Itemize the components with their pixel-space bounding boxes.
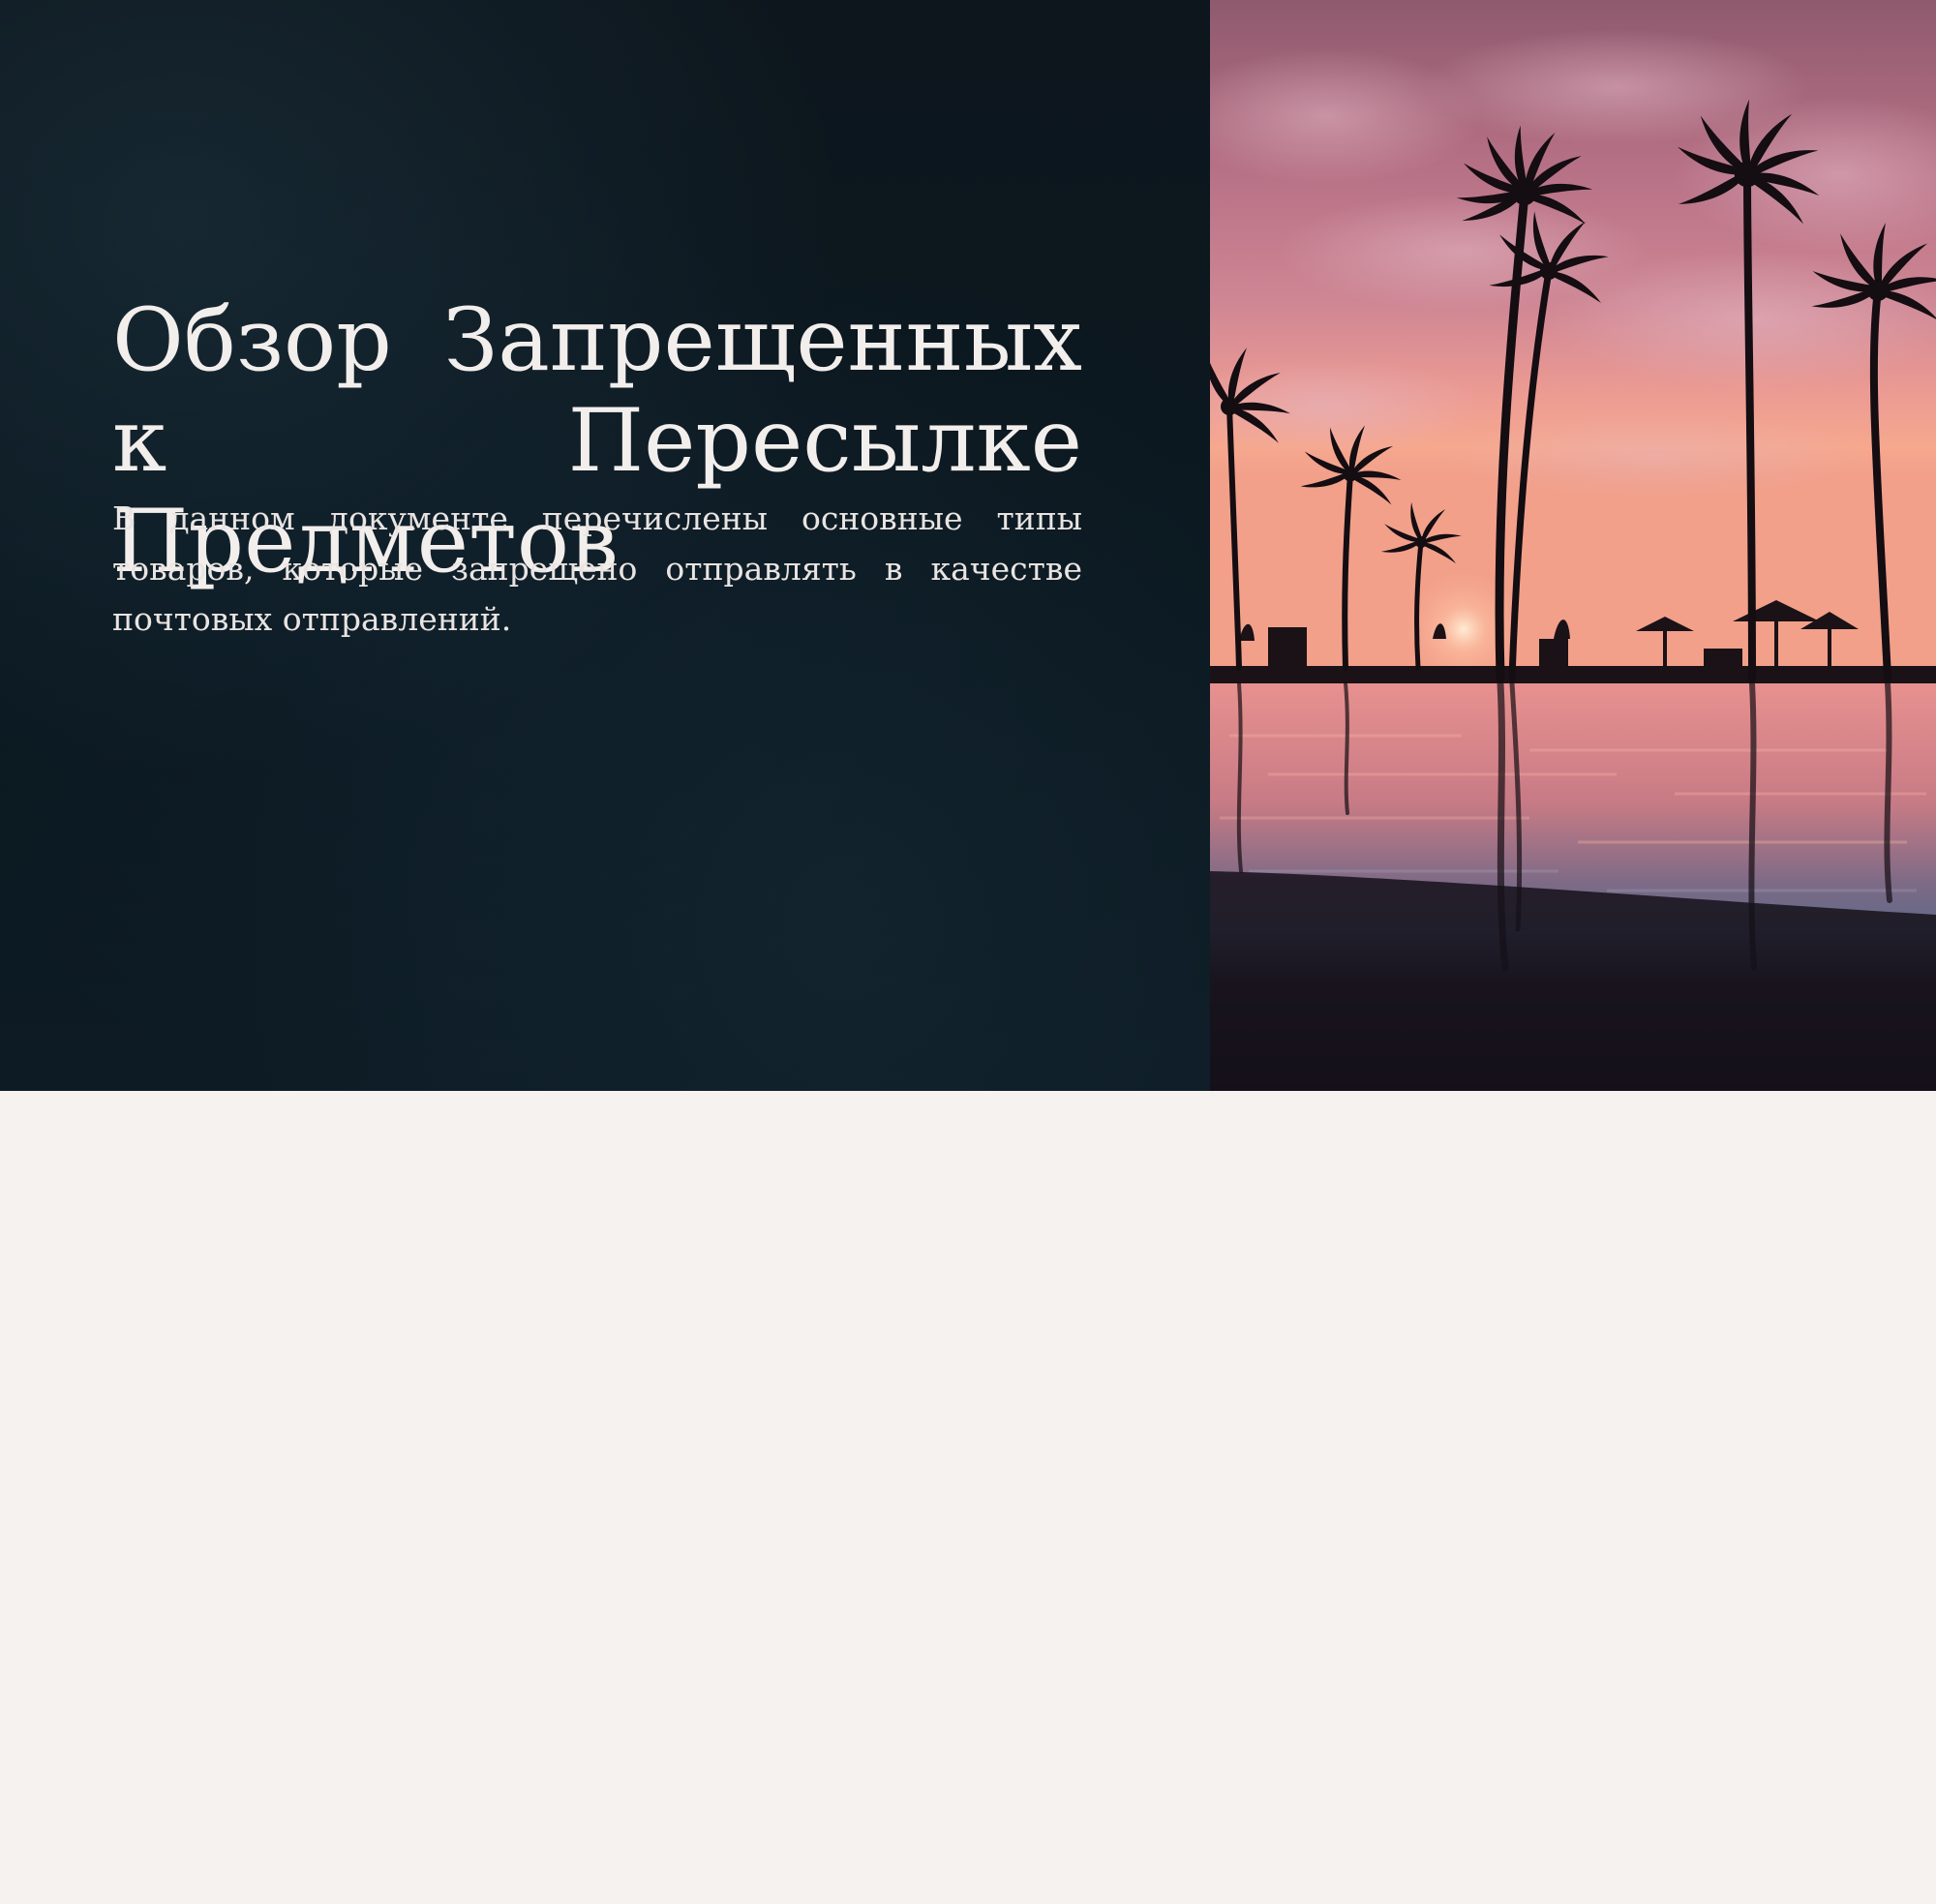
page-subtitle: В данном документе перечислены основные … xyxy=(112,499,1082,638)
sunset-palms-image xyxy=(1210,0,1936,1091)
hero-text-panel: Обзор Запрещенных к Пересылке Предметов … xyxy=(0,0,1210,1091)
hero-photo xyxy=(1210,0,1936,1091)
hero-section: Обзор Запрещенных к Пересылке Предметов … xyxy=(0,0,1936,1091)
